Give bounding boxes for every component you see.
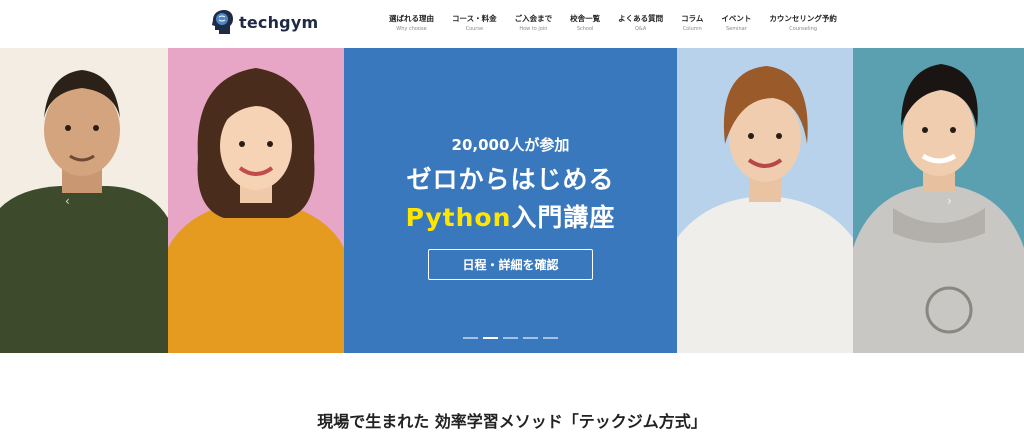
nav-label: 校舎一覧 [570, 14, 601, 23]
nav-sublabel: Why choose [396, 26, 427, 32]
hero-title-rest: 入門講座 [511, 203, 616, 232]
nav-sublabel: How to join [519, 26, 548, 32]
person-photo-man-green-sweater: ‹ [0, 48, 168, 353]
logo[interactable]: techgym [210, 9, 318, 35]
hero-center-panel: 20,000人が参加 ゼロからはじめる Python入門講座 日程・詳細を確認 [344, 48, 677, 353]
nav-sublabel: School [576, 26, 594, 32]
nav-label: 選ばれる理由 [389, 14, 434, 23]
nav-course[interactable]: コース・料金 Course [443, 14, 506, 32]
hero-title-highlight: Python [405, 203, 512, 232]
person-photo-woman-white-sweater [677, 48, 853, 353]
person-illustration [0, 70, 168, 353]
logo-text: techgym [239, 12, 319, 32]
nav-why-choose[interactable]: 選ばれる理由 Why choose [380, 14, 443, 32]
nav-label: よくある質問 [618, 14, 664, 23]
main-nav: 選ばれる理由 Why choose コース・料金 Course ご入会まで Ho… [380, 14, 846, 32]
nav-label: カウンセリング予約 [769, 14, 837, 23]
carousel-dot-3[interactable] [503, 337, 518, 339]
schedule-details-button[interactable]: 日程・詳細を確認 [428, 249, 593, 280]
nav-school[interactable]: 校舎一覧 School [561, 14, 609, 32]
carousel-dot-4[interactable] [523, 337, 538, 339]
site-header: techgym 選ばれる理由 Why choose コース・料金 Course … [0, 0, 1024, 48]
nav-label: イベント [721, 14, 752, 23]
nav-seminar[interactable]: イベント Seminar [712, 14, 760, 32]
nav-column[interactable]: コラム Column [672, 14, 712, 32]
person-photo-woman-orange-sweater [168, 48, 344, 353]
brain-head-icon [212, 10, 233, 34]
nav-how-to-join[interactable]: ご入会まで How to join [506, 14, 562, 32]
carousel-dot-1[interactable] [463, 337, 478, 339]
person-illustration [168, 68, 344, 353]
hero-copy: 20,000人が参加 ゼロからはじめる Python入門講座 日程・詳細を確認 [344, 48, 677, 353]
person-illustration [853, 64, 1024, 353]
carousel-dot-5[interactable] [543, 337, 558, 339]
nav-qa[interactable]: よくある質問 Q&A [609, 14, 672, 32]
carousel-prev-chevron-icon[interactable]: ‹ [65, 194, 70, 208]
hero-title-line1: ゼロからはじめる [406, 165, 615, 194]
person-illustration [677, 66, 853, 353]
nav-sublabel: Q&A [634, 26, 647, 32]
carousel-next-chevron-icon[interactable]: › [947, 194, 952, 208]
hero-title-line2: Python入門講座 [344, 198, 677, 234]
nav-sublabel: Counseling [789, 26, 817, 32]
section-title: 現場で生まれた 効率学習メソッド「テックジム方式」 [317, 412, 707, 431]
person-photo-man-grey-hoodie [853, 48, 1024, 353]
hero-carousel: ‹ 20,000人が参加 ゼロからはじめる Python入門講座 日程・詳細を確… [0, 48, 1024, 353]
hero-subtitle: 20,000人が参加 [451, 136, 570, 154]
nav-label: ご入会まで [514, 14, 553, 23]
carousel-pagination [463, 337, 558, 339]
nav-label: コラム [681, 14, 704, 23]
nav-sublabel: Column [682, 26, 702, 32]
nav-label: コース・料金 [452, 14, 497, 23]
nav-counseling[interactable]: カウンセリング予約 Counseling [760, 14, 846, 32]
carousel-dot-2[interactable] [483, 337, 498, 339]
nav-sublabel: Course [465, 26, 484, 32]
nav-sublabel: Seminar [726, 26, 747, 32]
